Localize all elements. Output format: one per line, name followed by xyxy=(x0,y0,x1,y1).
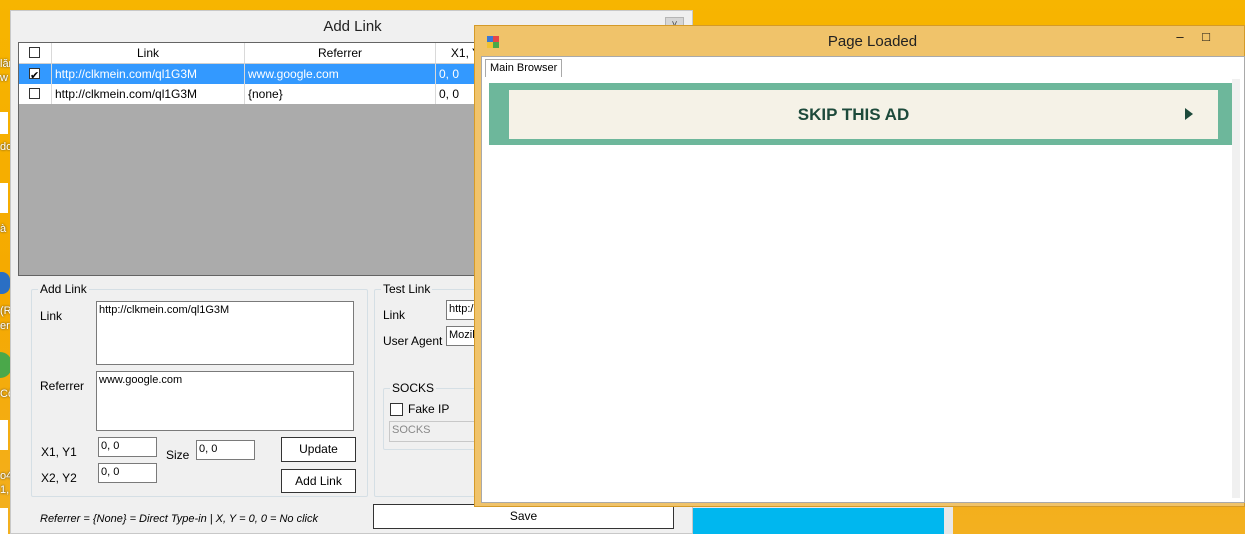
fake-ip-label[interactable]: Fake IP xyxy=(408,402,449,416)
maximize-icon[interactable]: □ xyxy=(1195,29,1217,44)
column-header-link[interactable]: Link xyxy=(52,43,245,63)
skip-ad-button[interactable]: SKIP THIS AD xyxy=(509,90,1218,139)
ad-banner: SKIP THIS AD xyxy=(489,83,1240,145)
desktop-app-icon[interactable] xyxy=(0,183,8,213)
save-button[interactable]: Save xyxy=(373,504,674,529)
desktop-app-icon[interactable] xyxy=(0,420,8,450)
link-textarea[interactable]: http://clkmein.com/ql1G3M xyxy=(96,301,354,365)
desktop-icon-label: 1, xyxy=(0,484,10,496)
group-title: Test Link xyxy=(381,282,433,296)
x2y2-label: X2, Y2 xyxy=(41,471,77,485)
x2y2-field[interactable]: 0, 0 xyxy=(98,463,157,483)
referrer-textarea[interactable]: www.google.com xyxy=(96,371,354,431)
test-link-group: Test Link Link http:/ User Agent Mozill … xyxy=(374,282,488,497)
select-all-checkbox[interactable] xyxy=(29,47,40,58)
test-link-label: Link xyxy=(383,308,406,322)
row-checkbox[interactable] xyxy=(29,66,40,84)
group-title: SOCKS xyxy=(390,381,437,395)
add-link-button[interactable]: Add Link xyxy=(281,469,356,493)
row-checkbox-cell[interactable] xyxy=(19,64,52,84)
footer-note: Referrer = {None} = Direct Type-in | X, … xyxy=(40,513,318,525)
desktop-icon-label: à xyxy=(0,223,7,235)
desktop-app-icon[interactable] xyxy=(0,112,8,134)
skip-ad-label: SKIP THIS AD xyxy=(797,105,910,124)
column-header-referrer[interactable]: Referrer xyxy=(245,43,436,63)
add-link-group: Add Link Link http://clkmein.com/ql1G3M … xyxy=(31,282,368,497)
vertical-scrollbar[interactable] xyxy=(1232,79,1240,498)
update-button[interactable]: Update xyxy=(281,437,356,462)
window-title: Page Loaded xyxy=(827,33,918,50)
row-checkbox-cell[interactable] xyxy=(19,84,52,104)
referrer-cell[interactable]: {none} xyxy=(245,84,436,104)
tab-main-browser[interactable]: Main Browser xyxy=(485,59,563,77)
desktop-app-icon[interactable] xyxy=(0,272,10,294)
size-label: Size xyxy=(166,448,190,462)
header-select-all[interactable] xyxy=(19,43,52,63)
background-cyan-panel xyxy=(692,508,944,534)
socks-group: SOCKS Fake IP SOCKS xyxy=(383,381,487,450)
desktop-app-icon[interactable] xyxy=(0,508,8,534)
minimize-icon[interactable]: – xyxy=(1169,29,1191,44)
group-title: Add Link xyxy=(38,282,89,296)
referrer-label: Referrer xyxy=(40,379,85,393)
x1y1-label: X1, Y1 xyxy=(41,445,77,459)
links-grid[interactable]: Link Referrer X1, Y http://clkmein.com/q… xyxy=(18,42,485,276)
referrer-cell[interactable]: www.google.com xyxy=(245,64,436,84)
play-arrow-icon xyxy=(1185,108,1193,120)
fake-ip-checkbox[interactable] xyxy=(390,403,403,416)
link-cell[interactable]: http://clkmein.com/ql1G3M xyxy=(52,64,245,84)
size-field[interactable]: 0, 0 xyxy=(196,440,255,460)
table-row[interactable]: http://clkmein.com/ql1G3M {none} 0, 0 xyxy=(19,84,484,104)
row-checkbox[interactable] xyxy=(29,88,40,99)
link-label: Link xyxy=(40,309,63,323)
x1y1-field[interactable]: 0, 0 xyxy=(98,437,157,457)
web-browser-view[interactable]: SKIP THIS AD xyxy=(483,79,1240,498)
socks-select[interactable]: SOCKS xyxy=(389,421,481,442)
link-cell[interactable]: http://clkmein.com/ql1G3M xyxy=(52,84,245,104)
table-row[interactable]: http://clkmein.com/ql1G3M www.google.com… xyxy=(19,64,484,84)
grid-header: Link Referrer X1, Y xyxy=(19,43,484,64)
desktop-icon-label: w xyxy=(0,72,8,84)
user-agent-label: User Agent xyxy=(383,334,443,348)
desktop-icon-label: er xyxy=(0,320,10,332)
page-loaded-window: Page Loaded – □ Main Browser SKIP THIS A… xyxy=(474,25,1245,507)
